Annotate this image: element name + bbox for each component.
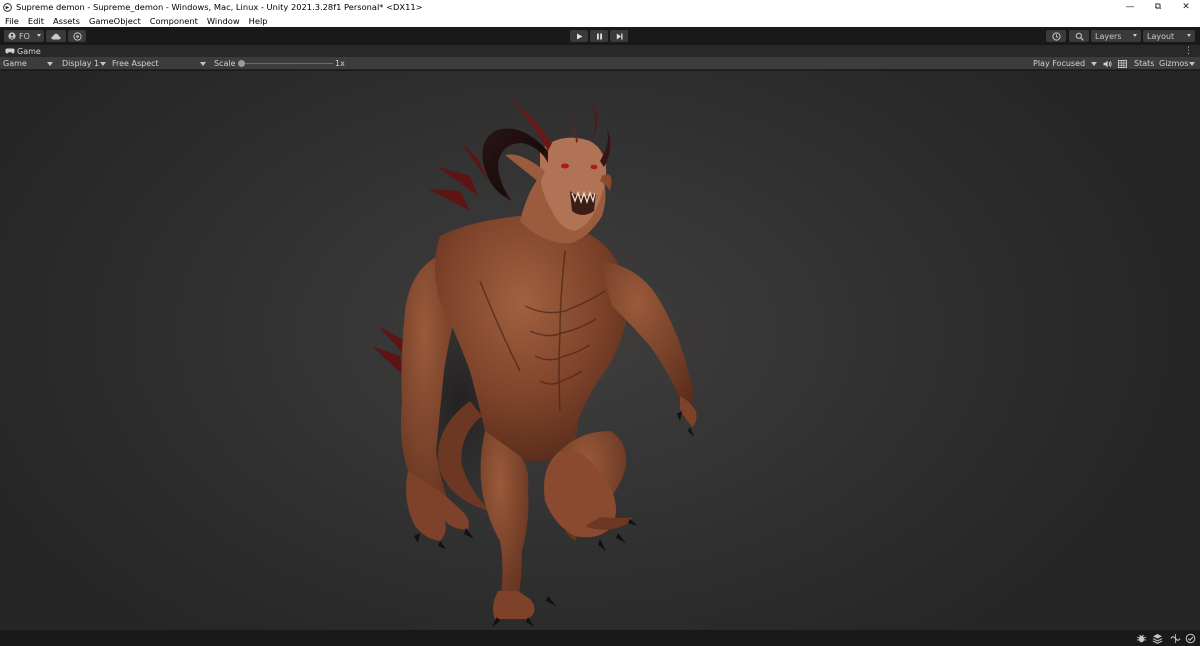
demon-character-render <box>372 91 697 627</box>
chevron-down-icon <box>37 34 41 37</box>
step-icon <box>616 33 622 39</box>
layers-dropdown[interactable]: Layers <box>1091 30 1141 42</box>
gizmos-dropdown[interactable]: Gizmos <box>1159 57 1197 70</box>
account-label: FO <box>19 31 30 41</box>
chevron-down-icon <box>1091 62 1097 66</box>
play-mode-dropdown[interactable]: Play Focused <box>1033 57 1099 70</box>
demon-right-claws <box>677 396 697 437</box>
game-viewport[interactable] <box>0 71 1200 630</box>
collab-button[interactable] <box>68 30 86 42</box>
cloud-icon <box>51 33 61 39</box>
search-icon <box>1075 32 1084 41</box>
check-icon[interactable] <box>1185 633 1196 644</box>
display-label: Display 1 <box>62 59 100 68</box>
mute-audio-button[interactable] <box>1103 57 1113 70</box>
cloud-button[interactable] <box>46 30 66 42</box>
unity-logo-icon <box>3 2 12 12</box>
menu-edit[interactable]: Edit <box>28 16 44 26</box>
grid-icon <box>1118 59 1127 68</box>
bug-icon[interactable] <box>1136 633 1147 644</box>
game-mode-label: Game <box>3 59 27 68</box>
menu-component[interactable]: Component <box>150 16 198 26</box>
more-options-icon[interactable]: ⋮ <box>1184 46 1193 56</box>
play-button[interactable] <box>570 30 588 42</box>
aspect-label: Free Aspect <box>112 59 159 68</box>
menu-bar: File Edit Assets GameObject Component Wi… <box>0 14 1200 27</box>
layout-label: Layout <box>1147 31 1175 41</box>
close-icon[interactable]: ✕ <box>1172 0 1200 14</box>
tab-bar: Game ⋮ <box>0 45 1200 57</box>
search-button[interactable] <box>1069 30 1089 42</box>
history-icon <box>1051 31 1061 41</box>
status-bar <box>0 630 1200 646</box>
window-controls: — ⧉ ✕ <box>1116 0 1200 14</box>
play-mode-label: Play Focused <box>1033 59 1086 68</box>
menu-assets[interactable]: Assets <box>53 16 80 26</box>
chevron-down-icon <box>200 62 206 66</box>
scale-value: 1x <box>335 59 345 68</box>
window-title: Supreme demon - Supreme_demon - Windows,… <box>16 2 423 12</box>
menu-file[interactable]: File <box>5 16 19 26</box>
main-toolbar: FO Layers Layout <box>0 27 1200 45</box>
tab-game[interactable]: Game <box>0 45 42 57</box>
minimize-icon[interactable]: — <box>1116 0 1144 14</box>
game-view-toolbar: Game Display 1 Free Aspect Scale 1x Play… <box>0 57 1200 70</box>
display-dropdown[interactable]: Display 1 <box>62 57 108 70</box>
menu-gameobject[interactable]: GameObject <box>89 16 141 26</box>
aspect-dropdown[interactable]: Free Aspect <box>112 57 208 70</box>
game-mode-dropdown[interactable]: Game <box>3 57 55 70</box>
maximize-icon[interactable]: ⧉ <box>1144 0 1172 14</box>
step-button[interactable] <box>610 30 628 42</box>
pause-icon <box>596 33 602 39</box>
chevron-down-icon <box>100 62 106 66</box>
menu-help[interactable]: Help <box>249 16 268 26</box>
stats-label: Stats <box>1134 59 1155 68</box>
chevron-down-icon <box>47 62 53 66</box>
account-icon <box>8 32 16 40</box>
layout-dropdown[interactable]: Layout <box>1143 30 1195 42</box>
demon-ear-left <box>505 154 545 183</box>
chevron-down-icon <box>1189 62 1195 66</box>
scale-slider-track[interactable] <box>241 63 333 64</box>
tab-game-label: Game <box>17 46 41 56</box>
gamepad-icon <box>5 48 15 54</box>
chevron-down-icon <box>1187 34 1191 37</box>
wave-icon[interactable] <box>1170 633 1181 644</box>
play-icon <box>576 33 582 39</box>
layers-label: Layers <box>1095 31 1122 41</box>
menu-window[interactable]: Window <box>207 16 240 26</box>
scale-label: Scale <box>214 59 236 68</box>
window-titlebar: Supreme demon - Supreme_demon - Windows,… <box>0 0 1200 14</box>
gizmos-label: Gizmos <box>1159 59 1189 68</box>
audio-icon <box>1103 60 1112 67</box>
account-dropdown[interactable]: FO <box>4 30 44 42</box>
stats-button[interactable]: Stats <box>1134 57 1156 70</box>
collab-icon <box>72 31 82 41</box>
pause-button[interactable] <box>590 30 608 42</box>
grid-button[interactable] <box>1118 57 1130 70</box>
chevron-down-icon <box>1133 34 1137 37</box>
scale-slider-handle[interactable] <box>238 60 245 67</box>
layers-icon[interactable] <box>1152 633 1163 644</box>
history-button[interactable] <box>1046 30 1066 42</box>
